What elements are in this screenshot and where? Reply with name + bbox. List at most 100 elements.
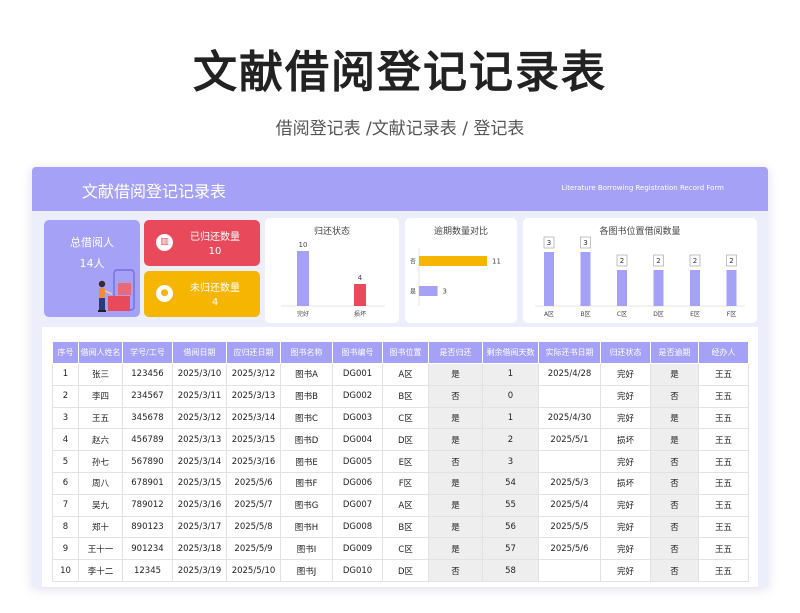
table-cell: 54 — [482, 471, 539, 495]
data-label: 3 — [443, 288, 447, 296]
table-cell: 2025/3/13 — [226, 384, 281, 408]
unreturned-count-card: ● 未归还数量 4 — [144, 271, 260, 317]
data-label: 2 — [656, 257, 660, 265]
returned-count-card: ▥ 已归还数量 10 — [144, 220, 260, 266]
table-cell: F区 — [382, 471, 429, 495]
location-borrow-chart-svg: 3 A区 3 B区 2 C区 2 D区 2 E区 2 F区 — [535, 236, 745, 318]
table-cell: 王十一 — [78, 537, 123, 561]
tick-label: D区 — [653, 311, 664, 318]
table-cell: 6 — [52, 471, 79, 495]
data-label: 2 — [620, 257, 624, 265]
table-cell: 图书F — [280, 471, 333, 495]
tick-label: F区 — [727, 311, 736, 318]
table-cell: 图书J — [280, 559, 333, 582]
form-header: 文献借阅登记记录表 Literature Borrowing Registrat… — [32, 167, 768, 211]
table-cell: 56 — [482, 515, 539, 539]
location-borrow-chart: 各图书位置借阅数量 3 A区 3 B区 2 C区 2 D区 2 E区 2 F区 — [523, 218, 757, 323]
table-cell: 是 — [428, 515, 483, 539]
table-row: 7 吴九 789012 2025/3/16 2025/5/7 图书G DG007 A区是 55 2… — [52, 493, 749, 517]
table-cell: 吴九 — [78, 493, 123, 517]
table-cell: 张三 — [78, 363, 123, 386]
tick-label: A区 — [544, 311, 554, 318]
table-cell: 否 — [650, 559, 699, 582]
table-cell: 2025/5/1 — [538, 428, 601, 452]
data-label: 3 — [547, 239, 551, 247]
column-header: 图书位置 — [382, 341, 429, 364]
table-cell: 2025/4/28 — [538, 363, 601, 386]
table-cell: DG010 — [332, 559, 383, 582]
table-cell: 是 — [428, 428, 483, 452]
form-title: 文献借阅登记记录表 — [82, 182, 227, 201]
table-cell: 赵六 — [78, 428, 123, 452]
column-header: 归还状态 — [600, 341, 651, 364]
overdue-comparison-chart-svg: 否 11 是 3 — [410, 248, 501, 306]
table-cell: 否 — [428, 384, 483, 408]
table-cell: B区 — [382, 384, 429, 408]
table-cell: 55 — [482, 493, 539, 517]
table-cell: 567890 — [122, 450, 173, 473]
data-label: 4 — [358, 274, 363, 282]
table-cell: 123456 — [122, 363, 173, 386]
table-cell: 是 — [428, 406, 483, 430]
table-cell: 2025/3/12 — [226, 363, 281, 386]
table-cell — [538, 384, 601, 408]
table-cell: 图书G — [280, 493, 333, 517]
table-cell — [538, 559, 601, 582]
table-cell: 2025/5/9 — [226, 537, 281, 561]
table-cell: 678901 — [122, 471, 173, 495]
record-form-card: 文献借阅登记记录表 Literature Borrowing Registrat… — [32, 167, 768, 587]
table-cell: 0 — [482, 384, 539, 408]
table-cell: 2025/3/10 — [172, 363, 227, 386]
table-cell: 2025/4/30 — [538, 406, 601, 430]
table-cell: B区 — [382, 515, 429, 539]
bar — [419, 286, 438, 296]
table-cell: 2025/3/12 — [172, 406, 227, 430]
table-cell: 王五 — [698, 450, 749, 473]
bar — [580, 252, 591, 306]
page-title: 文献借阅登记记录表 — [193, 47, 607, 98]
column-header: 经办人 — [698, 341, 749, 364]
table-cell: 2025/3/16 — [172, 493, 227, 517]
table-cell: 901234 — [122, 537, 173, 561]
table-cell: D区 — [382, 559, 429, 582]
table-cell: DG002 — [332, 384, 383, 408]
table-cell: 完好 — [600, 493, 651, 517]
return-status-chart: 归还状态 10 完好 4 损坏 — [265, 218, 399, 323]
bar — [297, 251, 309, 306]
column-header: 剩余借阅天数 — [482, 341, 539, 364]
table-row: 4 赵六 456789 2025/3/13 2025/3/15 图书D DG004 D区是 2 2… — [52, 428, 749, 452]
unreturned-count-label: 未归还数量 — [190, 283, 240, 294]
table-cell: 王五 — [698, 406, 749, 430]
total-borrowers-card: 总借阅人 14人 — [44, 220, 140, 317]
table-cell: E区 — [382, 450, 429, 473]
table-cell: 2025/5/6 — [226, 471, 281, 495]
table-cell: 12345 — [122, 559, 173, 582]
table-body: 1 张三 123456 2025/3/10 2025/3/12 图书A DG001 A区是 1 2… — [52, 363, 749, 582]
tick-label: 是 — [410, 289, 416, 296]
table-cell: C区 — [382, 406, 429, 430]
overdue-comparison-chart: 逾期数量对比 否 11 是 3 — [405, 218, 517, 323]
returned-count-label: 已归还数量 — [190, 232, 240, 243]
table-cell: 李十二 — [78, 559, 123, 582]
table-cell: 否 — [650, 537, 699, 561]
table-cell: C区 — [382, 537, 429, 561]
table-cell: 完好 — [600, 559, 651, 582]
table-cell: 否 — [650, 384, 699, 408]
table-row: 5 孙七 567890 2025/3/14 2025/3/16 图书E DG005 E区否 3 完… — [52, 450, 749, 473]
table-cell: 完好 — [600, 363, 651, 386]
table-row: 3 王五 345678 2025/3/12 2025/3/14 图书C DG003 C区是 1 2… — [52, 406, 749, 430]
table-cell: 王五 — [698, 428, 749, 452]
table-cell: 完好 — [600, 515, 651, 539]
table-cell: 2025/3/14 — [226, 406, 281, 430]
table-cell: 否 — [650, 471, 699, 495]
bar — [354, 284, 366, 306]
table-cell: 周八 — [78, 471, 123, 495]
column-header: 借阅人姓名 — [78, 341, 123, 364]
table-cell: 完好 — [600, 450, 651, 473]
table-cell: 王五 — [698, 515, 749, 539]
table-cell: DG001 — [332, 363, 383, 386]
table-cell: 是 — [650, 406, 699, 430]
table-row: 2 李四 234567 2025/3/11 2025/3/13 图书B DG002 B区否 0 完… — [52, 384, 749, 408]
data-label: 2 — [693, 257, 697, 265]
table-cell: 1 — [52, 363, 79, 386]
